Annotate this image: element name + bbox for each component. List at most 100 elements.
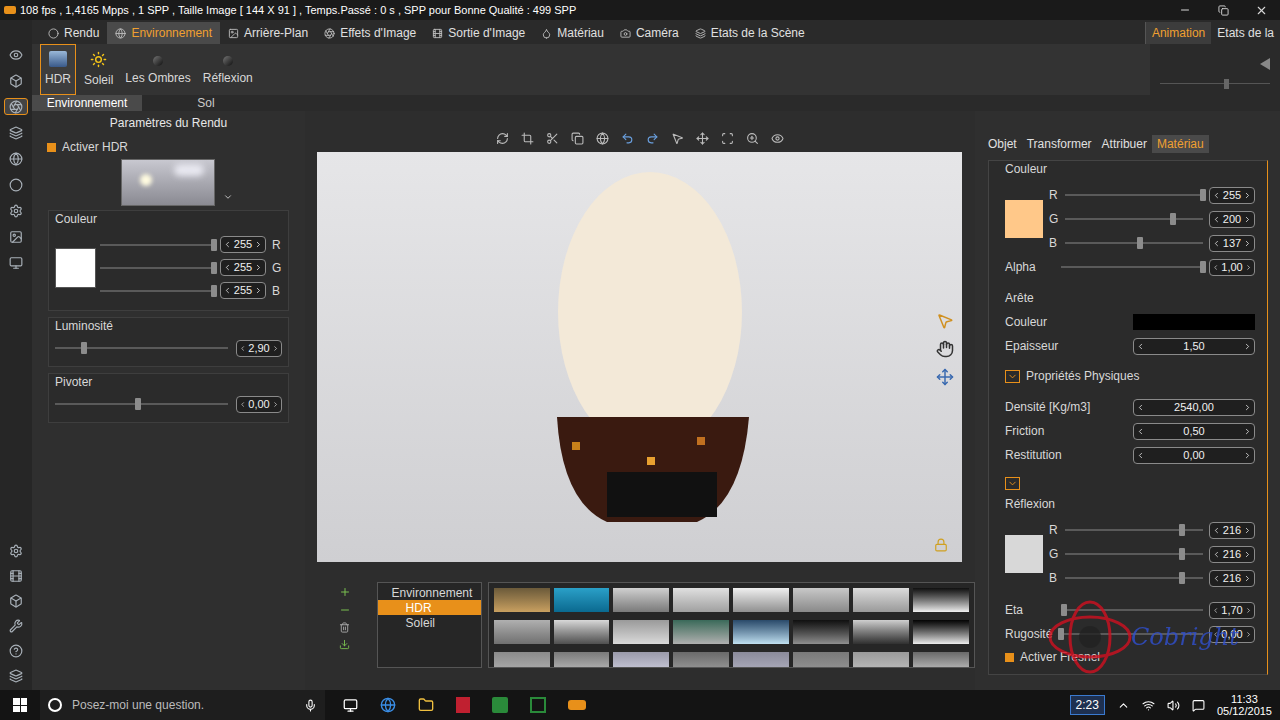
increase-icon[interactable]	[1243, 215, 1252, 224]
ribbon-button[interactable]: Les Ombres	[121, 44, 194, 95]
toolbar-icon[interactable]	[771, 132, 784, 145]
decrease-icon[interactable]	[239, 344, 246, 353]
menu-tab[interactable]: Matériau	[533, 22, 612, 44]
decrease-icon[interactable]	[223, 263, 232, 272]
toolbar-icon[interactable]	[746, 132, 759, 145]
decrease-icon[interactable]	[1136, 342, 1145, 351]
decrease-icon[interactable]	[1212, 215, 1221, 224]
increase-icon[interactable]	[272, 344, 279, 353]
hdr-thumbnail[interactable]	[733, 620, 789, 644]
slider[interactable]	[1065, 188, 1203, 202]
decrease-icon[interactable]	[1212, 239, 1221, 248]
increase-icon[interactable]	[254, 286, 263, 295]
tool-button[interactable]	[4, 98, 28, 115]
reflection-swatch[interactable]	[1005, 535, 1043, 573]
hdr-thumbnail[interactable]	[913, 620, 969, 644]
checkbox[interactable]	[47, 143, 56, 152]
add-icon[interactable]	[339, 586, 351, 598]
hdr-thumbnail[interactable]	[673, 652, 729, 668]
decrease-icon[interactable]	[1212, 263, 1219, 272]
decrease-icon[interactable]	[223, 286, 232, 295]
toolbar-icon[interactable]	[671, 132, 684, 145]
side-tab[interactable]: Etats de la	[1211, 22, 1280, 44]
tool-button[interactable]	[4, 176, 28, 193]
app-active-icon[interactable]	[568, 700, 586, 710]
remove-icon[interactable]	[339, 604, 351, 616]
tool-button[interactable]	[4, 567, 28, 584]
slider[interactable]	[1065, 236, 1203, 250]
render-viewport[interactable]	[317, 152, 962, 562]
tool-button[interactable]	[4, 124, 28, 141]
increase-icon[interactable]	[254, 240, 263, 249]
increase-icon[interactable]	[272, 400, 279, 409]
start-button[interactable]	[0, 690, 40, 720]
menu-tab[interactable]: Effets d'Image	[316, 22, 424, 44]
decrease-icon[interactable]	[1136, 451, 1145, 460]
number-field[interactable]: 0,00	[236, 396, 282, 413]
hdr-thumbnail[interactable]	[733, 652, 789, 668]
toolbar-icon[interactable]	[596, 132, 609, 145]
toolbar-icon[interactable]	[571, 132, 584, 145]
hdr-thumbnail[interactable]	[494, 588, 550, 612]
maximize-button[interactable]	[1204, 0, 1242, 20]
minimize-button[interactable]	[1166, 0, 1204, 20]
explorer-icon[interactable]	[418, 697, 434, 713]
slider[interactable]	[1061, 260, 1203, 274]
hdr-thumbnail[interactable]	[673, 620, 729, 644]
slider-knob[interactable]	[211, 239, 217, 251]
edge-color-swatch[interactable]	[1133, 314, 1255, 330]
hdr-thumbnail[interactable]	[554, 588, 610, 612]
increase-icon[interactable]	[1243, 239, 1252, 248]
decrease-icon[interactable]	[1212, 526, 1221, 535]
checkbox[interactable]	[1005, 653, 1014, 662]
hdr-thumbnail[interactable]	[913, 588, 969, 612]
increase-icon[interactable]	[1245, 606, 1252, 615]
tool-button[interactable]	[4, 592, 28, 609]
hdr-thumbnail[interactable]	[853, 588, 909, 612]
hdr-thumbnail[interactable]	[733, 588, 789, 612]
decrease-icon[interactable]	[1212, 191, 1221, 200]
dropdown-icon[interactable]	[223, 192, 233, 202]
increase-icon[interactable]	[1243, 550, 1252, 559]
tray-icon[interactable]	[1117, 699, 1130, 712]
slider[interactable]	[1065, 212, 1203, 226]
volume-icon[interactable]	[1167, 699, 1180, 712]
slider-knob[interactable]	[1179, 524, 1185, 536]
slider-knob[interactable]	[135, 398, 141, 410]
hdr-thumbnail[interactable]	[853, 652, 909, 668]
menu-tab[interactable]: Rendu	[40, 22, 107, 44]
hdr-thumbnail[interactable]	[494, 620, 550, 644]
menu-tab[interactable]: Sortie d'Image	[424, 22, 533, 44]
number-field[interactable]: 1,00	[1209, 259, 1255, 276]
close-button[interactable]	[1242, 0, 1280, 20]
number-field[interactable]: 1,70	[1209, 602, 1255, 619]
tool-button[interactable]	[4, 667, 28, 684]
increase-icon[interactable]	[1243, 191, 1252, 200]
increase-icon[interactable]	[1245, 263, 1252, 272]
network-icon[interactable]	[1142, 699, 1155, 712]
tool-button[interactable]	[4, 542, 28, 559]
slider-knob[interactable]	[211, 285, 217, 297]
select-icon[interactable]	[936, 312, 954, 330]
increase-icon[interactable]	[1243, 403, 1252, 412]
number-field[interactable]: 2,90	[236, 340, 282, 357]
decrease-icon[interactable]	[223, 240, 232, 249]
hdr-thumbnail[interactable]	[613, 620, 669, 644]
delete-icon[interactable]	[339, 622, 350, 633]
slider-knob[interactable]	[81, 342, 87, 354]
notification-icon[interactable]	[1192, 699, 1205, 712]
decrease-icon[interactable]	[1212, 630, 1219, 639]
menu-tab[interactable]: Caméra	[612, 22, 687, 44]
ribbon-button[interactable]: HDR	[40, 44, 76, 95]
slider-knob[interactable]	[1137, 237, 1143, 249]
slider-knob[interactable]	[1058, 628, 1064, 640]
hdr-thumbnail[interactable]	[793, 588, 849, 612]
number-field[interactable]: 1,50	[1133, 338, 1255, 355]
decrease-icon[interactable]	[1136, 403, 1145, 412]
hdr-preview[interactable]	[121, 159, 215, 206]
slider-knob[interactable]	[1200, 261, 1206, 273]
properties-tab[interactable]: Objet	[983, 135, 1022, 153]
hdr-thumbnail[interactable]	[494, 652, 550, 668]
number-field[interactable]: 216	[1209, 546, 1255, 563]
properties-tab[interactable]: Matériau	[1152, 135, 1209, 153]
